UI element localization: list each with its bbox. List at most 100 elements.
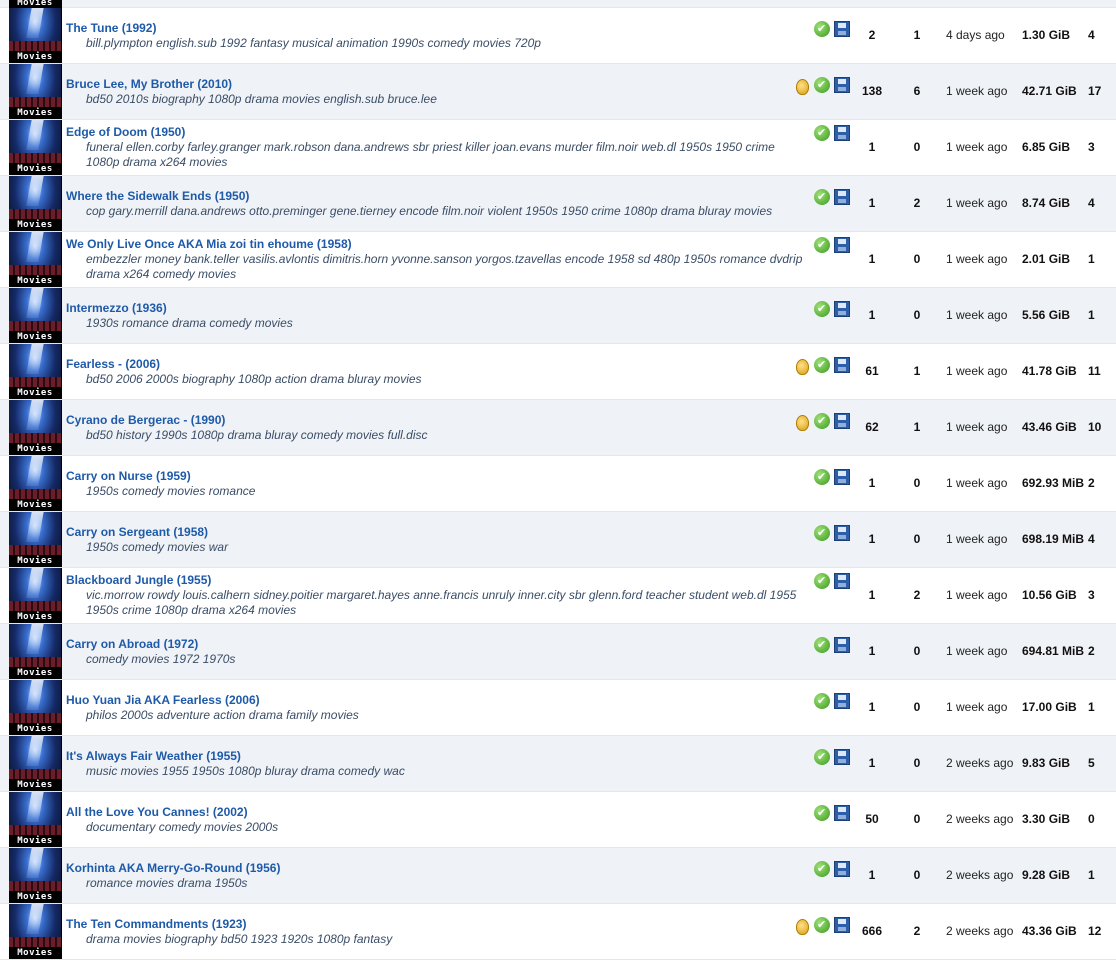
category-icon-movies[interactable]: Movies [9, 176, 62, 231]
download-disk-icon[interactable] [834, 237, 850, 253]
torrent-title-link[interactable]: Carry on Nurse (1959) [66, 469, 191, 483]
leechers-count: 0 [913, 700, 921, 714]
seeders-count: 1 [868, 700, 876, 714]
theater-seats [9, 97, 61, 107]
download-disk-icon[interactable] [834, 469, 850, 485]
category-icon-movies[interactable]: Movies [9, 792, 62, 847]
award-icon [796, 359, 809, 375]
category-label: Movies [9, 779, 61, 791]
table-row: Movies Blackboard Jungle (1955) vic.morrow… [0, 568, 1116, 624]
download-disk-icon[interactable] [834, 413, 850, 429]
torrent-tags: funeral ellen.corby farley.granger mark.… [86, 140, 775, 169]
category-icon-movies[interactable]: Movies [9, 736, 62, 791]
snatched-count: 1 [1088, 868, 1095, 882]
approved-check-icon [814, 917, 830, 933]
projector-beam [26, 344, 44, 374]
torrent-tags: vic.morrow rowdy louis.calhern sidney.po… [86, 588, 797, 617]
download-disk-icon[interactable] [834, 357, 850, 373]
category-icon-movies[interactable]: Movies [9, 0, 62, 8]
approved-check-icon [814, 77, 830, 93]
category-icon-movies[interactable]: Movies [9, 568, 62, 623]
snatched-count: 11 [1088, 364, 1101, 378]
download-disk-icon[interactable] [834, 917, 850, 933]
download-disk-icon[interactable] [834, 301, 850, 317]
category-icon-movies[interactable]: Movies [9, 232, 62, 287]
table-row: Movies Cyrano de Bergerac - (1990) bd50 hi… [0, 400, 1116, 456]
torrent-tags: bd50 2010s biography 1080p drama movies … [86, 92, 437, 106]
category-icon-movies[interactable]: Movies [9, 120, 62, 175]
table-row: Movies Where the Sidewalk Ends (1950) cop … [0, 176, 1116, 232]
approved-check-icon [814, 637, 830, 653]
category-icon-movies[interactable]: Movies [9, 288, 62, 343]
category-icon-movies[interactable]: Movies [9, 64, 62, 119]
torrent-title-link[interactable]: Carry on Sergeant (1958) [66, 525, 208, 539]
theater-seats [9, 377, 61, 387]
torrent-title-link[interactable]: Edge of Doom (1950) [66, 125, 185, 139]
category-icon-movies[interactable]: Movies [9, 8, 62, 63]
approved-check-icon [814, 21, 830, 37]
leechers-count: 0 [913, 812, 921, 826]
category-icon-movies[interactable]: Movies [9, 848, 62, 903]
category-icon-movies[interactable]: Movies [9, 456, 62, 511]
download-disk-icon[interactable] [834, 21, 850, 37]
torrent-tags: bd50 2006 2000s biography 1080p action d… [86, 372, 422, 386]
snatched-count: 1 [1088, 700, 1095, 714]
table-row: Movies The Ten Commandments (1923) drama m… [0, 904, 1116, 960]
download-disk-icon[interactable] [834, 573, 850, 589]
torrent-title-link[interactable]: The Tune (1992) [66, 21, 156, 35]
table-row: Movies Edge of Doom (1950) funeral ellen.c… [0, 120, 1116, 176]
award-icon [796, 919, 809, 935]
category-icon-movies[interactable]: Movies [9, 904, 62, 959]
torrent-title-link[interactable]: The Ten Commandments (1923) [66, 917, 246, 931]
category-icon-movies[interactable]: Movies [9, 344, 62, 399]
theater-seats [9, 769, 61, 779]
table-row: Movies We Only Live Once AKA Mia zoi tin … [0, 232, 1116, 288]
leechers-count: 0 [913, 644, 921, 658]
download-disk-icon[interactable] [834, 693, 850, 709]
added-date: 1 week ago [946, 252, 1008, 266]
category-label: Movies [9, 107, 61, 119]
torrent-tags: embezzler money bank.teller vasilis.avlo… [86, 252, 803, 281]
seeders-count: 1 [868, 588, 876, 602]
download-disk-icon[interactable] [834, 749, 850, 765]
torrent-title-link[interactable]: All the Love You Cannes! (2002) [66, 805, 248, 819]
torrent-title-link[interactable]: Fearless - (2006) [66, 357, 160, 371]
download-disk-icon[interactable] [834, 861, 850, 877]
torrent-title-link[interactable]: Huo Yuan Jia AKA Fearless (2006) [66, 693, 260, 707]
torrent-title-link[interactable]: It's Always Fair Weather (1955) [66, 749, 241, 763]
download-disk-icon[interactable] [834, 77, 850, 93]
torrent-title-link[interactable]: Intermezzo (1936) [66, 301, 167, 315]
snatched-count: 4 [1088, 532, 1095, 546]
seeders-count: 1 [868, 252, 876, 266]
category-icon-movies[interactable]: Movies [9, 400, 62, 455]
category-icon-movies[interactable]: Movies [9, 624, 62, 679]
projector-beam [26, 120, 44, 150]
torrent-tags: bd50 history 1990s 1080p drama bluray co… [86, 428, 428, 442]
category-icon-movies[interactable]: Movies [9, 680, 62, 735]
table-row: Movies Intermezzo (1936) 1930s romance dra… [0, 288, 1116, 344]
seeders-count: 1 [868, 308, 876, 322]
added-date: 1 week ago [946, 532, 1008, 546]
approved-check-icon [814, 525, 830, 541]
download-disk-icon[interactable] [834, 637, 850, 653]
leechers-count: 2 [913, 588, 921, 602]
torrent-title-link[interactable]: We Only Live Once AKA Mia zoi tin ehoume… [66, 237, 352, 251]
torrent-title-link[interactable]: Bruce Lee, My Brother (2010) [66, 77, 232, 91]
torrent-title-link[interactable]: Where the Sidewalk Ends (1950) [66, 189, 249, 203]
leechers-count: 0 [913, 308, 921, 322]
category-label: Movies [9, 0, 61, 8]
download-disk-icon[interactable] [834, 125, 850, 141]
projector-beam [26, 8, 44, 38]
torrent-title-link[interactable]: Korhinta AKA Merry-Go-Round (1956) [66, 861, 280, 875]
snatched-count: 0 [1088, 812, 1095, 826]
download-disk-icon[interactable] [834, 805, 850, 821]
torrent-title-link[interactable]: Cyrano de Bergerac - (1990) [66, 413, 225, 427]
added-date: 1 week ago [946, 140, 1008, 154]
seeders-count: 1 [868, 756, 876, 770]
download-disk-icon[interactable] [834, 525, 850, 541]
category-icon-movies[interactable]: Movies [9, 512, 62, 567]
torrent-title-link[interactable]: Carry on Abroad (1972) [66, 637, 198, 651]
download-disk-icon[interactable] [834, 189, 850, 205]
torrent-title-link[interactable]: Blackboard Jungle (1955) [66, 573, 211, 587]
added-date: 2 weeks ago [946, 756, 1014, 770]
